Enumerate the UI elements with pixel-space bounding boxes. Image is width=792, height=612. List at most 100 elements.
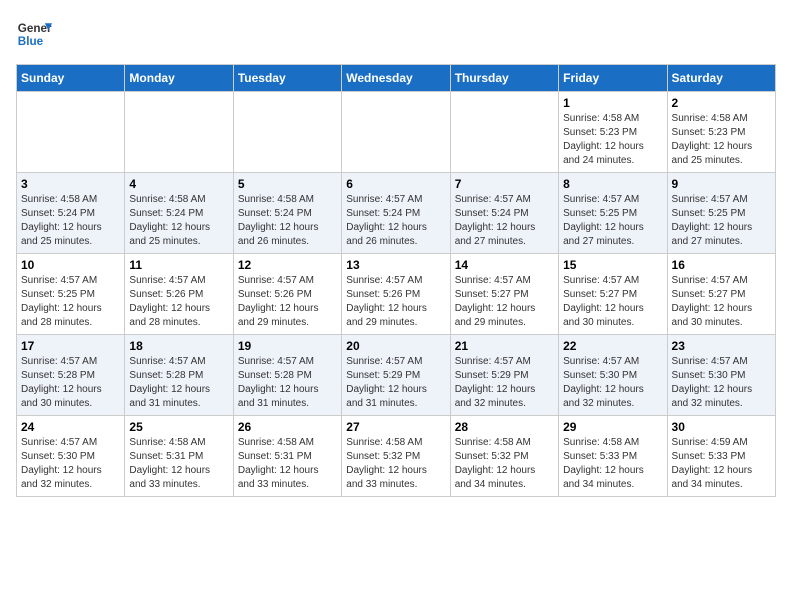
day-cell: 11 Sunrise: 4:57 AM Sunset: 5:26 PM Dayli… <box>125 254 233 335</box>
day-cell <box>125 92 233 173</box>
day-cell: 12 Sunrise: 4:57 AM Sunset: 5:26 PM Dayli… <box>233 254 341 335</box>
day-cell: 5Sunrise: 4:58 AM Sunset: 5:24 PM Daylig… <box>233 173 341 254</box>
day-info: Sunrise: 4:57 AM Sunset: 5:25 PM Dayligh… <box>563 193 662 249</box>
day-info: Sunrise: 4:57 AM Sunset: 5:29 PM Dayligh… <box>346 355 445 411</box>
weekday-header-thursday: Thursday <box>450 65 558 92</box>
day-number: 4 <box>129 177 228 191</box>
day-cell: 1 Sunrise: 4:58 AM Sunset: 5:23 PM Daylig… <box>559 92 667 173</box>
day-number: 19 <box>238 339 337 353</box>
day-info: Sunrise: 4:57 AM Sunset: 5:26 PM Dayligh… <box>129 274 228 330</box>
day-number: 9 <box>672 177 771 191</box>
day-info: Sunrise: 4:58 AM Sunset: 5:32 PM Dayligh… <box>346 436 445 492</box>
day-number: 6 <box>346 177 445 191</box>
day-number: 29 <box>563 420 662 434</box>
day-number: 17 <box>21 339 120 353</box>
day-number: 15 <box>563 258 662 272</box>
day-number: 27 <box>346 420 445 434</box>
day-info: Sunrise: 4:58 AM Sunset: 5:31 PM Dayligh… <box>129 436 228 492</box>
day-cell: 3 Sunrise: 4:58 AM Sunset: 5:24 PM Daylig… <box>17 173 125 254</box>
day-cell <box>342 92 450 173</box>
day-cell: 7Sunrise: 4:57 AM Sunset: 5:24 PM Daylig… <box>450 173 558 254</box>
day-cell: 10 Sunrise: 4:57 AM Sunset: 5:25 PM Dayli… <box>17 254 125 335</box>
day-number: 12 <box>238 258 337 272</box>
day-number: 2 <box>672 96 771 110</box>
day-info: Sunrise: 4:57 AM Sunset: 5:25 PM Dayligh… <box>672 193 771 249</box>
day-info: Sunrise: 4:58 AM Sunset: 5:33 PM Dayligh… <box>563 436 662 492</box>
day-cell: 28 Sunrise: 4:58 AM Sunset: 5:32 PM Dayli… <box>450 416 558 497</box>
day-number: 5 <box>238 177 337 191</box>
day-info: Sunrise: 4:58 AM Sunset: 5:32 PM Dayligh… <box>455 436 554 492</box>
day-number: 20 <box>346 339 445 353</box>
day-info: Sunrise: 4:57 AM Sunset: 5:30 PM Dayligh… <box>21 436 120 492</box>
week-row-1: 1 Sunrise: 4:58 AM Sunset: 5:23 PM Daylig… <box>17 92 776 173</box>
day-cell: 13 Sunrise: 4:57 AM Sunset: 5:26 PM Dayli… <box>342 254 450 335</box>
day-number: 16 <box>672 258 771 272</box>
day-info: Sunrise: 4:57 AM Sunset: 5:28 PM Dayligh… <box>238 355 337 411</box>
day-info: Sunrise: 4:57 AM Sunset: 5:27 PM Dayligh… <box>455 274 554 330</box>
day-cell: 27 Sunrise: 4:58 AM Sunset: 5:32 PM Dayli… <box>342 416 450 497</box>
day-cell: 6 Sunrise: 4:57 AM Sunset: 5:24 PM Daylig… <box>342 173 450 254</box>
day-number: 3 <box>21 177 120 191</box>
day-cell: 23 Sunrise: 4:57 AM Sunset: 5:30 PM Dayli… <box>667 335 775 416</box>
day-cell: 4 Sunrise: 4:58 AM Sunset: 5:24 PM Daylig… <box>125 173 233 254</box>
weekday-header-monday: Monday <box>125 65 233 92</box>
day-cell: 21Sunrise: 4:57 AM Sunset: 5:29 PM Dayli… <box>450 335 558 416</box>
day-info: Sunrise: 4:58 AM Sunset: 5:23 PM Dayligh… <box>563 112 662 168</box>
day-cell: 17 Sunrise: 4:57 AM Sunset: 5:28 PM Dayli… <box>17 335 125 416</box>
day-info: Sunrise: 4:59 AM Sunset: 5:33 PM Dayligh… <box>672 436 771 492</box>
day-info: Sunrise: 4:57 AM Sunset: 5:28 PM Dayligh… <box>21 355 120 411</box>
day-info: Sunrise: 4:57 AM Sunset: 5:27 PM Dayligh… <box>563 274 662 330</box>
day-cell: 2Sunrise: 4:58 AM Sunset: 5:23 PM Daylig… <box>667 92 775 173</box>
weekday-header-saturday: Saturday <box>667 65 775 92</box>
day-cell: 20 Sunrise: 4:57 AM Sunset: 5:29 PM Dayli… <box>342 335 450 416</box>
day-number: 23 <box>672 339 771 353</box>
day-info: Sunrise: 4:58 AM Sunset: 5:31 PM Dayligh… <box>238 436 337 492</box>
day-info: Sunrise: 4:57 AM Sunset: 5:30 PM Dayligh… <box>563 355 662 411</box>
logo-icon: General Blue <box>16 16 52 52</box>
day-number: 18 <box>129 339 228 353</box>
day-cell: 16 Sunrise: 4:57 AM Sunset: 5:27 PM Dayli… <box>667 254 775 335</box>
day-cell: 9 Sunrise: 4:57 AM Sunset: 5:25 PM Daylig… <box>667 173 775 254</box>
day-info: Sunrise: 4:57 AM Sunset: 5:30 PM Dayligh… <box>672 355 771 411</box>
header: General Blue <box>16 16 776 52</box>
weekday-header-wednesday: Wednesday <box>342 65 450 92</box>
day-number: 11 <box>129 258 228 272</box>
day-info: Sunrise: 4:57 AM Sunset: 5:25 PM Dayligh… <box>21 274 120 330</box>
day-number: 14 <box>455 258 554 272</box>
day-info: Sunrise: 4:57 AM Sunset: 5:29 PM Dayligh… <box>455 355 554 411</box>
logo: General Blue <box>16 16 52 52</box>
day-info: Sunrise: 4:58 AM Sunset: 5:24 PM Dayligh… <box>21 193 120 249</box>
weekday-header-row: SundayMondayTuesdayWednesdayThursdayFrid… <box>17 65 776 92</box>
day-cell: 15 Sunrise: 4:57 AM Sunset: 5:27 PM Dayli… <box>559 254 667 335</box>
day-number: 28 <box>455 420 554 434</box>
day-number: 25 <box>129 420 228 434</box>
day-info: Sunrise: 4:57 AM Sunset: 5:27 PM Dayligh… <box>672 274 771 330</box>
week-row-5: 24Sunrise: 4:57 AM Sunset: 5:30 PM Dayli… <box>17 416 776 497</box>
day-number: 8 <box>563 177 662 191</box>
day-info: Sunrise: 4:57 AM Sunset: 5:26 PM Dayligh… <box>346 274 445 330</box>
weekday-header-tuesday: Tuesday <box>233 65 341 92</box>
day-number: 13 <box>346 258 445 272</box>
calendar-table: SundayMondayTuesdayWednesdayThursdayFrid… <box>16 64 776 497</box>
day-info: Sunrise: 4:57 AM Sunset: 5:24 PM Dayligh… <box>346 193 445 249</box>
week-row-4: 17 Sunrise: 4:57 AM Sunset: 5:28 PM Dayli… <box>17 335 776 416</box>
day-cell: 25 Sunrise: 4:58 AM Sunset: 5:31 PM Dayli… <box>125 416 233 497</box>
weekday-header-friday: Friday <box>559 65 667 92</box>
svg-text:Blue: Blue <box>18 35 44 48</box>
day-cell: 8 Sunrise: 4:57 AM Sunset: 5:25 PM Daylig… <box>559 173 667 254</box>
day-cell: 19 Sunrise: 4:57 AM Sunset: 5:28 PM Dayli… <box>233 335 341 416</box>
day-cell <box>450 92 558 173</box>
day-info: Sunrise: 4:58 AM Sunset: 5:24 PM Dayligh… <box>129 193 228 249</box>
day-cell: 18Sunrise: 4:57 AM Sunset: 5:28 PM Dayli… <box>125 335 233 416</box>
day-info: Sunrise: 4:57 AM Sunset: 5:26 PM Dayligh… <box>238 274 337 330</box>
day-info: Sunrise: 4:57 AM Sunset: 5:24 PM Dayligh… <box>455 193 554 249</box>
day-cell <box>233 92 341 173</box>
day-cell <box>17 92 125 173</box>
day-number: 10 <box>21 258 120 272</box>
day-number: 30 <box>672 420 771 434</box>
day-cell: 26Sunrise: 4:58 AM Sunset: 5:31 PM Dayli… <box>233 416 341 497</box>
week-row-3: 10 Sunrise: 4:57 AM Sunset: 5:25 PM Dayli… <box>17 254 776 335</box>
day-cell: 24Sunrise: 4:57 AM Sunset: 5:30 PM Dayli… <box>17 416 125 497</box>
weekday-header-sunday: Sunday <box>17 65 125 92</box>
day-number: 1 <box>563 96 662 110</box>
